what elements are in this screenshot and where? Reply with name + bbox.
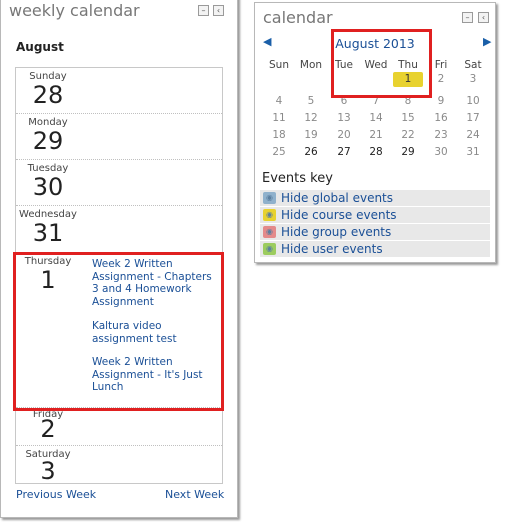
- collapse-icon[interactable]: –: [462, 12, 473, 23]
- hide-group-events-link[interactable]: Hide group events: [281, 224, 391, 240]
- calendar-day[interactable]: 31: [457, 145, 489, 160]
- day-number: 2: [40, 415, 56, 443]
- calendar-day[interactable]: 14: [360, 111, 392, 126]
- weekly-calendar-title: weekly calendar: [9, 1, 140, 20]
- calendar-day[interactable]: 21: [360, 128, 392, 143]
- day-number: 3: [40, 457, 56, 485]
- eye-icon: ◉: [263, 226, 276, 238]
- month-calendar-title: calendar: [263, 8, 333, 27]
- weekday-header: Sun: [269, 59, 289, 71]
- calendar-day[interactable]: 11: [263, 111, 295, 126]
- events-key-global: ◉ Hide global events: [260, 190, 490, 206]
- events-key-group: ◉ Hide group events: [260, 224, 490, 240]
- calendar-day[interactable]: 25: [263, 145, 295, 160]
- day-number: 28: [32, 81, 64, 109]
- weekly-calendar-header: weekly calendar – ‹: [1, 0, 237, 39]
- calendar-day[interactable]: 15: [392, 111, 424, 126]
- calendar-day[interactable]: 10: [457, 94, 489, 109]
- eye-icon: ◉: [263, 243, 276, 255]
- highlight-box-thursday: [13, 252, 224, 411]
- calendar-day[interactable]: 27: [328, 145, 360, 160]
- day-number: 29: [32, 127, 64, 155]
- day-number: 31: [32, 219, 64, 247]
- day-number: 30: [32, 173, 64, 201]
- calendar-day[interactable]: 23: [425, 128, 457, 143]
- month-label: August: [16, 40, 64, 54]
- weekday-header: Mon: [299, 59, 323, 71]
- hide-global-events-link[interactable]: Hide global events: [281, 190, 393, 206]
- calendar-day[interactable]: 18: [263, 128, 295, 143]
- calendar-day[interactable]: 13: [328, 111, 360, 126]
- calendar-day[interactable]: 28: [360, 145, 392, 160]
- eye-icon: ◉: [263, 209, 276, 221]
- calendar-day[interactable]: 16: [425, 111, 457, 126]
- day-monday: Monday 29: [16, 114, 222, 160]
- highlight-box-month: [331, 29, 432, 98]
- calendar-day[interactable]: 12: [295, 111, 327, 126]
- eye-icon: ◉: [263, 192, 276, 204]
- calendar-day[interactable]: 19: [295, 128, 327, 143]
- calendar-day[interactable]: 24: [457, 128, 489, 143]
- dock-icon[interactable]: ‹: [213, 5, 224, 16]
- day-saturday: Saturday 3: [16, 446, 222, 485]
- calendar-day[interactable]: 17: [457, 111, 489, 126]
- calendar-day[interactable]: 30: [425, 145, 457, 160]
- previous-week-link[interactable]: Previous Week: [16, 488, 96, 501]
- calendar-day[interactable]: 3: [457, 72, 489, 87]
- day-wednesday: Wednesday 31: [16, 206, 222, 253]
- calendar-day[interactable]: 4: [263, 94, 295, 109]
- calendar-day-current[interactable]: 26: [295, 145, 327, 160]
- calendar-day[interactable]: 20: [328, 128, 360, 143]
- calendar-day[interactable]: 22: [392, 128, 424, 143]
- dock-icon[interactable]: ‹: [478, 12, 489, 23]
- calendar-day[interactable]: 29: [392, 145, 424, 160]
- weekday-header: Sat: [464, 59, 482, 71]
- day-sunday: Sunday 28: [16, 68, 222, 114]
- day-friday: Friday 2: [16, 408, 222, 446]
- hide-user-events-link[interactable]: Hide user events: [281, 241, 383, 257]
- events-key-course: ◉ Hide course events: [260, 207, 490, 223]
- next-week-link[interactable]: Next Week: [165, 488, 224, 501]
- day-tuesday: Tuesday 30: [16, 160, 222, 206]
- hide-course-events-link[interactable]: Hide course events: [281, 207, 397, 223]
- calendar-day[interactable]: 5: [295, 94, 327, 109]
- events-key-user: ◉ Hide user events: [260, 241, 490, 257]
- collapse-icon[interactable]: –: [198, 5, 209, 16]
- events-key-title: Events key: [262, 171, 333, 186]
